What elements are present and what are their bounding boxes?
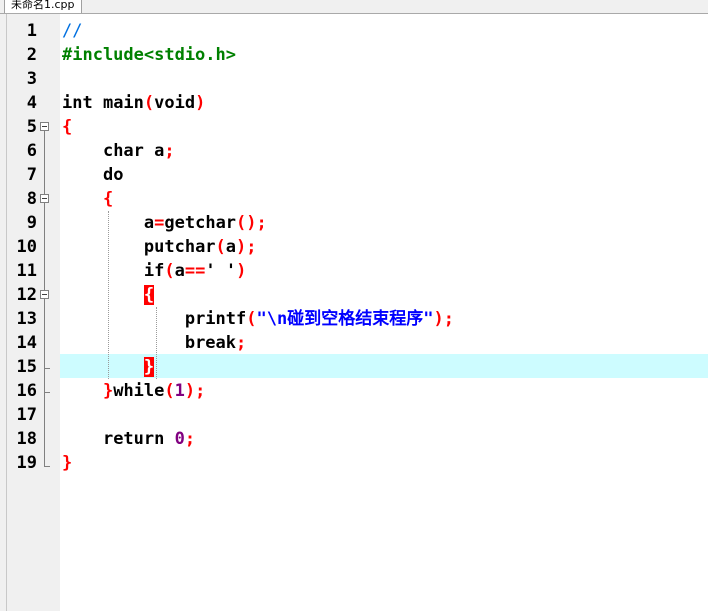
fold-end-tick xyxy=(44,392,50,393)
line-number: 4 xyxy=(26,93,37,113)
brace-open: { xyxy=(62,117,73,137)
code-line-2: #include<stdio.h> xyxy=(62,43,236,67)
code-line-16: }while(1); xyxy=(62,379,205,403)
variable: a xyxy=(143,141,165,161)
left-margin-strip xyxy=(0,14,7,611)
paren-open: ( xyxy=(143,93,155,113)
fold-line xyxy=(44,299,45,467)
paren-open: ( xyxy=(164,381,175,401)
line-number: 14 xyxy=(16,333,37,353)
fold-toggle-main[interactable] xyxy=(40,122,49,131)
line-number: 9 xyxy=(26,213,37,233)
paren-open: ( xyxy=(246,309,257,329)
current-line-highlight xyxy=(60,354,708,378)
keyword-return: return xyxy=(102,429,165,449)
code-line-15: } xyxy=(62,355,155,379)
argument: a xyxy=(174,261,185,281)
code-line-6: char a; xyxy=(62,139,175,163)
line-number: 12 xyxy=(16,285,37,305)
brace-close-matched: } xyxy=(143,357,155,377)
keyword-char: char xyxy=(102,141,144,161)
paren-close: ) xyxy=(195,93,206,113)
fold-toggle-do[interactable] xyxy=(40,194,49,203)
char-literal: ' ' xyxy=(205,261,237,281)
semicolon: ; xyxy=(195,381,206,401)
argument: a xyxy=(225,237,237,257)
function-name: main xyxy=(92,93,144,113)
fold-end-tick xyxy=(44,466,50,467)
semicolon: ; xyxy=(443,309,454,329)
parens: () xyxy=(236,213,257,233)
line-number: 19 xyxy=(16,453,37,473)
fold-end-tick xyxy=(44,368,50,369)
line-number: 8 xyxy=(26,189,37,209)
line-number: 10 xyxy=(16,237,37,257)
brace-close: } xyxy=(102,381,114,401)
code-line-19: } xyxy=(62,451,72,475)
code-line-11: if(a==' ') xyxy=(62,259,246,283)
number-literal: 0 xyxy=(164,429,185,449)
paren-close: ) xyxy=(236,237,247,257)
code-line-9: a=getchar(); xyxy=(62,211,267,235)
line-number: 16 xyxy=(16,381,37,401)
semicolon: ; xyxy=(184,429,196,449)
number-literal: 1 xyxy=(174,381,185,401)
function-call: putchar xyxy=(143,237,216,257)
assign-operator: = xyxy=(154,213,165,233)
semicolon: ; xyxy=(236,333,247,353)
fold-toggle-if[interactable] xyxy=(40,290,49,299)
preprocessor-directive: #include<stdio.h> xyxy=(62,45,236,65)
line-number: 15 xyxy=(16,357,37,377)
code-line-7: do xyxy=(62,163,123,187)
code-line-14: break; xyxy=(62,331,246,355)
code-line-12: { xyxy=(62,283,155,307)
semicolon: ; xyxy=(164,141,175,161)
tab-file[interactable]: 未命名1.cpp xyxy=(4,0,82,13)
comment: // xyxy=(62,21,83,41)
code-line-4: int main(void) xyxy=(62,91,205,115)
function-call: printf xyxy=(184,309,247,329)
line-number: 7 xyxy=(26,165,37,185)
line-number: 13 xyxy=(16,309,37,329)
equals-operator: == xyxy=(184,261,206,281)
paren-close: ) xyxy=(184,381,196,401)
paren-close: ) xyxy=(433,309,444,329)
string-literal: "\n碰到空格结束程序" xyxy=(256,309,434,329)
semicolon: ; xyxy=(256,213,267,233)
keyword-if: if xyxy=(143,261,165,281)
keyword-while: while xyxy=(113,381,165,401)
keyword-do: do xyxy=(102,165,124,185)
paren-open: ( xyxy=(164,261,175,281)
keyword-break: break xyxy=(184,333,237,353)
keyword-void: void xyxy=(154,93,196,113)
semicolon: ; xyxy=(246,237,257,257)
brace-open-matched: { xyxy=(143,285,155,305)
variable: a xyxy=(143,213,155,233)
paren-close: ) xyxy=(236,261,247,281)
brace-open: { xyxy=(102,189,114,209)
line-number: 18 xyxy=(16,429,37,449)
line-number: 2 xyxy=(26,45,37,65)
line-number: 5 xyxy=(26,117,37,137)
line-number: 6 xyxy=(26,141,37,161)
line-number: 11 xyxy=(16,261,37,281)
code-line-13: printf("\n碰到空格结束程序"); xyxy=(62,307,454,331)
code-line-5: { xyxy=(62,115,72,139)
line-number: 17 xyxy=(16,405,37,425)
code-editor[interactable]: // #include<stdio.h> int main(void) { ch… xyxy=(60,14,708,611)
code-line-18: return 0; xyxy=(62,427,195,451)
brace-close: } xyxy=(62,453,73,473)
code-line-8: { xyxy=(62,187,113,211)
code-line-1: // xyxy=(62,19,82,43)
paren-open: ( xyxy=(215,237,226,257)
code-line-10: putchar(a); xyxy=(62,235,257,259)
function-call: getchar xyxy=(164,213,237,233)
tab-label: 未命名1.cpp xyxy=(11,0,75,11)
line-number: 1 xyxy=(26,21,37,41)
tab-bar: 未命名1.cpp xyxy=(0,0,708,14)
keyword-int: int xyxy=(62,93,93,113)
line-number: 3 xyxy=(26,69,37,89)
